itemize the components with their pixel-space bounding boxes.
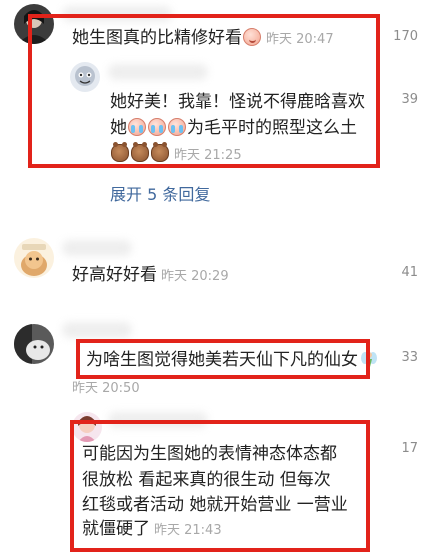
avatar-reply-1[interactable] bbox=[70, 62, 100, 92]
reply-3-time: 昨天 21:43 bbox=[154, 523, 222, 538]
comment-2-username-blurred bbox=[62, 240, 132, 256]
comment-1-text: 她生图真的比精修好看 昨天 20:47 bbox=[72, 27, 334, 51]
crying-face-emoji-icon bbox=[148, 118, 166, 136]
reply-3-line-3: 红毯或者活动 她就开始营业 一营业 bbox=[82, 495, 348, 515]
comment-3-text: 为啥生图觉得她美若天仙下凡的仙女 bbox=[86, 349, 378, 372]
expand-replies-link[interactable]: 展开 5 条回复 bbox=[110, 181, 210, 205]
reply-1-line-1: 她好美！我靠！怪说不得鹿晗喜欢 bbox=[110, 92, 365, 112]
avatar-comment-3[interactable] bbox=[14, 324, 54, 364]
comment-3-time: 昨天 20:50 bbox=[72, 381, 140, 396]
comment-2-like-count[interactable]: 41 bbox=[401, 265, 418, 280]
avatar-comment-2[interactable] bbox=[14, 238, 54, 278]
bear-emoji-icon bbox=[151, 142, 169, 162]
reply-1-line-2: 她 为毛平时的照型这么土 bbox=[110, 117, 357, 140]
reply-1-line-2-post: 为毛平时的照型这么土 bbox=[187, 118, 357, 138]
bear-emoji-icon bbox=[131, 142, 149, 162]
bear-emoji-icon bbox=[111, 142, 129, 162]
reply-3-line-4: 就僵硬了 昨天 21:43 bbox=[82, 518, 222, 542]
comment-2-text: 好高好好看 昨天 20:29 bbox=[72, 264, 229, 288]
reply-3-line-2: 很放松 看起来真的很生动 但每次 bbox=[82, 470, 331, 490]
crying-face-emoji-icon bbox=[168, 118, 186, 136]
reply-3-line-4-body: 就僵硬了 bbox=[82, 519, 150, 539]
comment-1-time: 昨天 20:47 bbox=[266, 32, 334, 47]
comment-2-body: 好高好好看 bbox=[72, 265, 157, 285]
reply-1-username-blurred bbox=[108, 64, 208, 80]
reply-1-line-2-pre: 她 bbox=[110, 118, 127, 138]
peach-face-emoji-icon bbox=[243, 28, 261, 46]
username-blurred bbox=[62, 6, 172, 22]
avatar-reply-3[interactable] bbox=[72, 412, 102, 442]
avatar-comment-1[interactable] bbox=[14, 4, 54, 44]
comment-3-time-row: 昨天 20:50 bbox=[72, 376, 140, 400]
comment-1-like-count[interactable]: 170 bbox=[393, 29, 418, 44]
crying-face-emoji-icon bbox=[128, 118, 146, 136]
comment-2-time: 昨天 20:29 bbox=[161, 269, 229, 284]
comment-3-like-count[interactable]: 33 bbox=[401, 350, 418, 365]
reply-1-like-count[interactable]: 39 bbox=[401, 92, 418, 107]
comment-1-body: 她生图真的比精修好看 bbox=[72, 28, 242, 48]
reply-3-username-blurred bbox=[108, 412, 208, 428]
comment-3-body: 为啥生图觉得她美若天仙下凡的仙女 bbox=[86, 350, 358, 370]
reply-1-line-3: 昨天 21:25 bbox=[110, 142, 242, 167]
reply-3-line-1: 可能因为生图她的表情神态体态都 bbox=[82, 444, 337, 464]
reply-3-like-count[interactable]: 17 bbox=[401, 441, 418, 456]
fairy-emoji-icon bbox=[360, 350, 378, 368]
comment-3-username-blurred bbox=[62, 322, 132, 338]
reply-1-time: 昨天 21:25 bbox=[174, 148, 242, 163]
